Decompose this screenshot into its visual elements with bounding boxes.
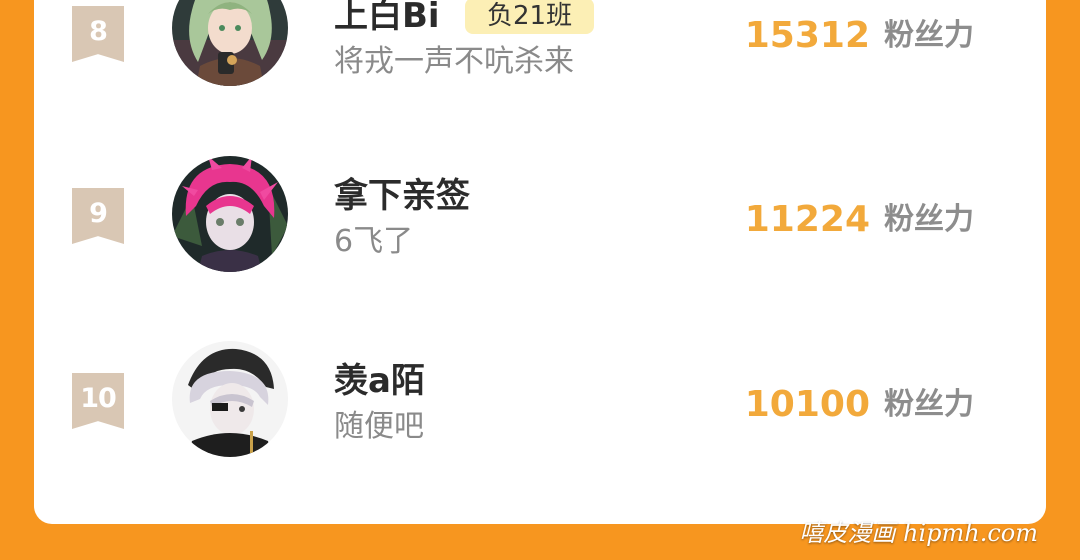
avatar-pink-haired-icon — [172, 156, 288, 272]
leaderboard-row[interactable]: 9 拿下亲签 6飞了 11224 粉丝力 — [34, 150, 1046, 280]
user-signature: 6飞了 — [334, 224, 414, 259]
rank-badge: 8 — [72, 6, 124, 62]
leaderboard-card: 8 上白Bi 负21班 将戎一声不吭杀来 15312 粉丝力 9 拿下亲签 6飞… — [34, 0, 1046, 524]
avatar[interactable] — [172, 156, 288, 272]
fan-score: 10100 — [744, 384, 870, 425]
fan-score-unit: 粉丝力 — [884, 18, 974, 53]
avatar-green-haired-icon — [172, 0, 288, 86]
fan-score-unit: 粉丝力 — [884, 202, 974, 237]
rank-badge: 10 — [72, 373, 124, 429]
user-signature: 随便吧 — [334, 409, 424, 444]
fan-score: 11224 — [744, 199, 870, 240]
user-name: 拿下亲签 — [334, 176, 470, 216]
rank-badge: 9 — [72, 188, 124, 244]
fan-score-unit: 粉丝力 — [884, 387, 974, 422]
leaderboard-row[interactable]: 10 羡a陌 随便吧 10100 粉丝力 — [34, 335, 1046, 465]
user-name: 上白Bi — [334, 0, 440, 36]
group-badge: 负21班 — [465, 0, 595, 34]
avatar-white-haired-icon — [172, 341, 288, 457]
avatar[interactable] — [172, 0, 288, 86]
fan-score: 15312 — [744, 15, 870, 56]
leaderboard-row[interactable]: 8 上白Bi 负21班 将戎一声不吭杀来 15312 粉丝力 — [34, 0, 1046, 100]
avatar[interactable] — [172, 341, 288, 457]
user-signature: 将戎一声不吭杀来 — [334, 44, 574, 79]
user-name: 羡a陌 — [334, 361, 425, 401]
site-watermark: 嘻皮漫画 hipmh.com — [799, 519, 1038, 547]
